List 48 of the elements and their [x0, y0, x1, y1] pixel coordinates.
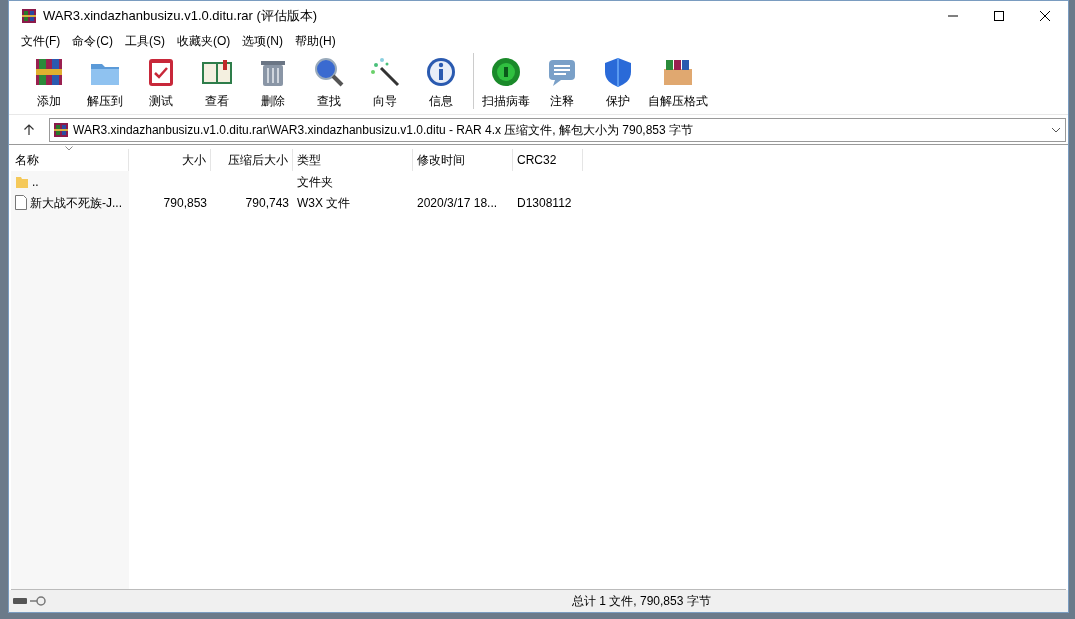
table-cell-text: 2020/3/17 18...	[417, 194, 498, 212]
address-path: WAR3.xindazhanbusizu.v1.0.ditu.rar\WAR3.xindazhanbusizu.v1.0.ditu - RAR 4.x 压缩文件, 解包大小为 790,853 字节	[73, 121, 694, 139]
address-bar[interactable]: WAR3.xindazhanbusizu.v1.0.ditu.rar\WAR3.xindazhanbusizu.v1.0.ditu - RAR 4.x 压缩文件, 解包大小为 790,853 字节	[49, 117, 1066, 142]
window-title: WAR3.xindazhanbusizu.v1.0.ditu.rar (评估版本)	[43, 7, 318, 26]
folder-icon	[15, 174, 29, 189]
column-header[interactable]: 压缩后大小	[211, 149, 293, 171]
table-cell-text: 790,743	[245, 194, 289, 212]
key-icon	[30, 596, 46, 606]
archive-logo-icon	[53, 121, 69, 138]
table-cell-text: D1308112	[517, 194, 572, 212]
up-arrow-icon	[23, 123, 35, 136]
table-cell-text: 790,853	[163, 194, 207, 212]
column-header[interactable]: CRC32	[513, 149, 583, 171]
drive-icon	[13, 597, 27, 605]
file-name[interactable]: ..	[32, 172, 39, 191]
archive-logo-icon	[21, 8, 37, 24]
menu-item[interactable]: 帮助(H)	[289, 31, 342, 51]
info-icon	[424, 55, 458, 89]
menu-item[interactable]: 文件(F)	[15, 31, 67, 51]
file-name[interactable]: 新大战不死族-J...	[30, 193, 122, 212]
menu-item[interactable]: 工具(S)	[119, 31, 171, 51]
menu-item[interactable]: 命令(C)	[66, 31, 119, 51]
table-cell-text: 文件夹	[297, 173, 333, 191]
toolbar-button[interactable]: 保护	[590, 52, 646, 110]
toolbar-button[interactable]: 向导	[357, 52, 413, 110]
toolbar-button[interactable]: 自解压格式	[646, 52, 710, 110]
toolbar-button[interactable]: 查找	[301, 52, 357, 110]
menu-item[interactable]: 收藏夹(O)	[171, 31, 237, 51]
menu-item[interactable]: 选项(N)	[236, 31, 289, 51]
toolbar-button[interactable]: 删除	[245, 52, 301, 110]
close-icon	[1040, 11, 1050, 21]
table-cell-text: W3X 文件	[297, 194, 351, 212]
column-header[interactable]: 大小	[129, 149, 211, 171]
toolbar-button[interactable]: 注释	[534, 52, 590, 110]
toolbar-button[interactable]: 测试	[133, 52, 189, 110]
column-header[interactable]: 类型	[293, 149, 413, 171]
search-icon	[312, 55, 346, 89]
document-icon	[15, 195, 27, 210]
maximize-icon	[994, 11, 1004, 21]
toolbar-button[interactable]: 解压到	[77, 52, 133, 110]
column-header[interactable]: 修改时间	[413, 149, 513, 171]
toolbar-button[interactable]: 添加	[21, 52, 77, 110]
toolbar-button[interactable]: 扫描病毒	[478, 52, 534, 110]
sort-indicator-icon	[65, 146, 73, 151]
toolbar-button[interactable]: 查看	[189, 52, 245, 110]
toolbar-button[interactable]: 信息	[413, 52, 469, 110]
status-text: 总计 1 文件, 790,853 字节	[572, 593, 711, 610]
magic-wand-icon	[368, 55, 402, 89]
